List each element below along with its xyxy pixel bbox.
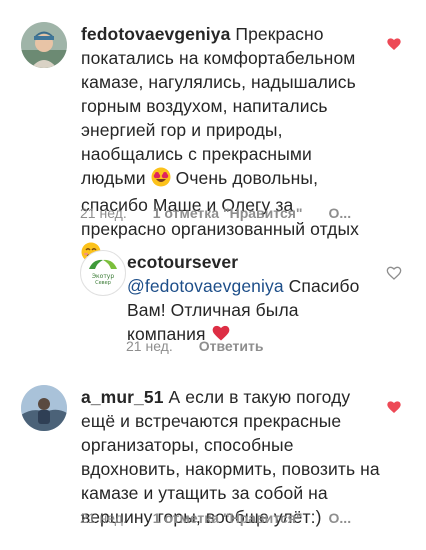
like-heart-outline-icon[interactable] — [386, 265, 402, 281]
like-count-link[interactable]: 1 отметка "Нравится" — [153, 510, 303, 526]
comment-username[interactable]: ecotoursever — [127, 252, 238, 272]
like-count-link[interactable]: 1 отметка "Нравится" — [153, 205, 303, 221]
logo-text-2: Север — [95, 280, 111, 286]
comment-time: 21 нед. — [126, 338, 173, 354]
avatar[interactable] — [21, 385, 67, 431]
user-photo-icon — [21, 22, 67, 68]
user-photo-icon — [21, 385, 67, 431]
comment-time: 21 нед. — [80, 510, 127, 526]
avatar[interactable] — [21, 22, 67, 68]
avatar[interactable]: Экотур Север — [80, 250, 126, 296]
reply-button[interactable]: О... — [329, 510, 352, 526]
comment-meta: 21 нед. 1 отметка "Нравится" О... — [80, 205, 351, 221]
like-heart-icon[interactable] — [386, 399, 402, 415]
comment-text: ecotoursever @fedotovaevgeniya Спасибо В… — [127, 250, 377, 349]
comment-text: a_mur_51 А если в такую погоду ещё и вст… — [81, 385, 381, 529]
ecotour-logo-icon: Экотур Север — [82, 252, 124, 294]
comment-meta: 21 нед. 1 отметка "Нравится" О... — [80, 510, 351, 526]
reply-button[interactable]: О... — [329, 205, 352, 221]
comment-body: А если в такую погоду ещё и встречаются … — [81, 387, 380, 527]
reply-button[interactable]: Ответить — [199, 338, 264, 354]
comment-time: 21 нед. — [80, 205, 127, 221]
comment-username[interactable]: a_mur_51 — [81, 387, 164, 407]
heart-eyes-emoji-icon — [151, 167, 171, 193]
mention-link[interactable]: @fedotovaevgeniya — [127, 276, 284, 296]
comment-meta: 21 нед. Ответить — [126, 338, 263, 354]
like-heart-icon[interactable] — [386, 36, 402, 52]
comment-username[interactable]: fedotovaevgeniya — [81, 24, 230, 44]
comment-body: Прекрасно покатались на комфортабельном … — [81, 24, 356, 188]
logo-text-1: Экотур — [92, 273, 115, 280]
comment-text: fedotovaevgeniya Прекрасно покатались на… — [81, 22, 381, 268]
